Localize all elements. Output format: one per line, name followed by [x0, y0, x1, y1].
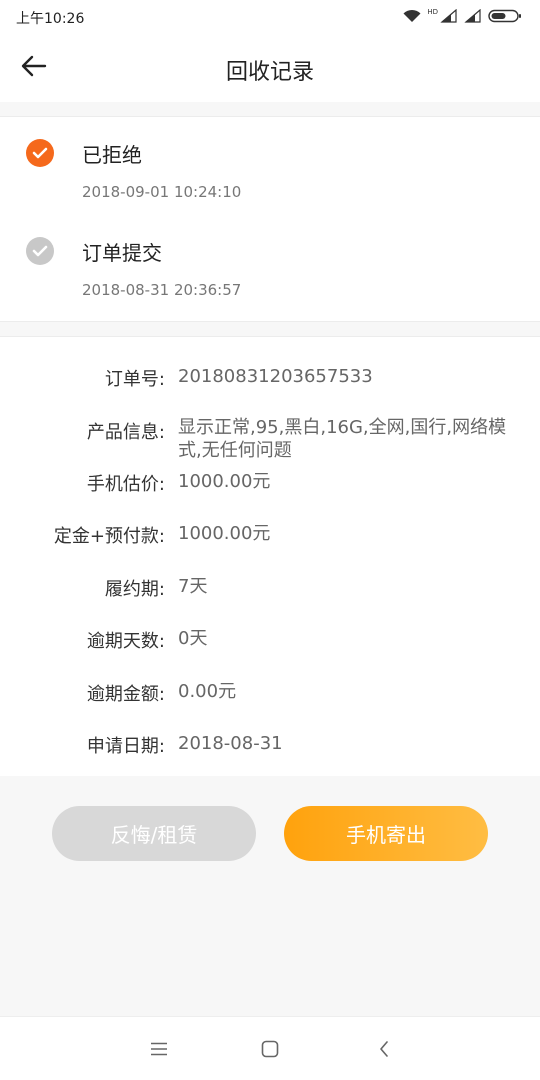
hd-label: HD: [427, 8, 438, 16]
check-circle-icon: [26, 139, 54, 167]
timeline-title: 已拒绝: [82, 143, 142, 167]
detail-label: 逾期金额:: [86, 684, 165, 705]
page-title: 回收记录: [225, 60, 314, 85]
detail-value: 显示正常,95,黑白,16G,全网,国行,网络模式,无任何问题: [178, 417, 507, 461]
timeline-time: 2018-08-31 20:36:57: [82, 281, 242, 299]
detail-label: 手机估价:: [86, 474, 165, 495]
detail-value: 0.00元: [178, 681, 237, 702]
timeline-item-rejected: 已拒绝 2018-09-01 10:24:10: [0, 135, 540, 215]
timeline-time: 2018-09-01 10:24:10: [82, 183, 242, 201]
menu-icon[interactable]: [145, 1035, 173, 1063]
detail-value: 2018-08-31: [178, 733, 283, 754]
order-details: 订单号: 20180831203657533 产品信息: 显示正常,95,黑白,…: [0, 336, 540, 776]
ship-phone-button[interactable]: 手机寄出: [284, 806, 488, 861]
battery-icon: [488, 8, 522, 27]
check-circle-icon: [26, 237, 54, 265]
detail-value: 0天: [178, 628, 208, 649]
status-timeline: 已拒绝 2018-09-01 10:24:10 订单提交 2018-08-31 …: [0, 116, 540, 322]
timeline-title: 订单提交: [82, 241, 162, 265]
detail-value: 7天: [178, 576, 208, 597]
detail-value: 1000.00元: [178, 471, 271, 492]
detail-value: 1000.00元: [178, 523, 271, 544]
detail-value: 20180831203657533: [178, 366, 373, 387]
status-bar: 上午10:26 HD: [0, 0, 540, 34]
detail-label: 定金+预付款:: [53, 526, 165, 547]
signal-icon: [440, 8, 458, 27]
regret-lease-button[interactable]: 反悔/租赁: [52, 806, 256, 861]
timeline-item-submitted: 订单提交 2018-08-31 20:36:57: [0, 233, 540, 313]
system-nav-bar: [0, 1016, 540, 1080]
detail-label: 申请日期:: [86, 736, 165, 757]
signal-icon: [464, 8, 482, 27]
status-time: 上午10:26: [16, 11, 85, 27]
status-icons: HD: [403, 8, 522, 26]
detail-label: 履约期:: [104, 579, 165, 600]
detail-label: 订单号:: [104, 369, 165, 390]
wifi-icon: [403, 8, 421, 27]
detail-label: 产品信息:: [86, 422, 165, 443]
detail-label: 逾期天数:: [86, 631, 165, 652]
app-header: 回收记录: [0, 34, 540, 102]
back-chevron-icon[interactable]: [370, 1035, 398, 1063]
home-square-icon[interactable]: [256, 1035, 284, 1063]
